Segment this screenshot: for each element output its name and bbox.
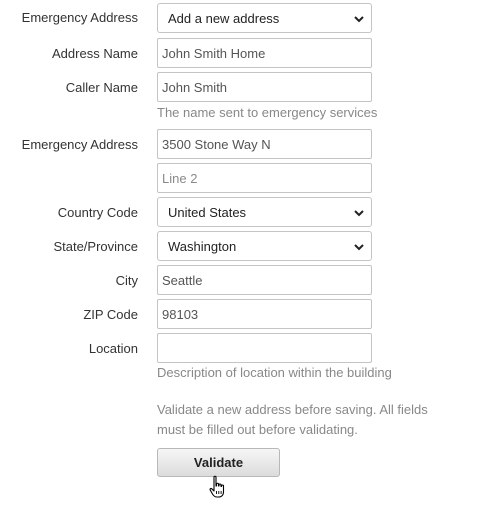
location-label: Location <box>88 341 138 356</box>
validate-help-line1: Validate a new address before saving. Al… <box>157 402 428 417</box>
address-name-label: Address Name <box>52 46 138 61</box>
caller-name-label: Caller Name <box>65 80 138 95</box>
emergency-address-select-value: Add a new address <box>168 11 280 26</box>
address-name-input[interactable] <box>157 38 372 68</box>
chevron-down-icon <box>354 210 364 217</box>
chevron-down-icon <box>354 16 364 23</box>
location-help: Description of location within the build… <box>157 365 392 380</box>
caller-name-input[interactable] <box>157 72 372 102</box>
state-province-value: Washington <box>168 239 237 254</box>
location-input[interactable] <box>157 333 372 363</box>
emergency-address-label: Emergency Address <box>21 137 138 152</box>
city-label: City <box>115 273 138 288</box>
emergency-address-select[interactable]: Add a new address <box>157 3 372 33</box>
chevron-down-icon <box>354 244 364 251</box>
country-code-value: United States <box>168 205 247 220</box>
hand-pointer-icon <box>209 475 225 498</box>
zip-code-label: ZIP Code <box>83 307 138 322</box>
city-input[interactable] <box>157 265 372 295</box>
state-province-select[interactable]: Washington <box>157 231 372 261</box>
address-line2-input[interactable] <box>157 163 372 193</box>
validate-help-line2: must be filled out before validating. <box>157 422 358 437</box>
caller-name-help: The name sent to emergency services <box>157 105 378 120</box>
zip-code-input[interactable] <box>157 299 372 329</box>
emergency-address-select-label: Emergency Address <box>21 10 138 25</box>
state-province-label: State/Province <box>53 239 138 254</box>
country-code-select[interactable]: United States <box>157 197 372 227</box>
country-code-label: Country Code <box>57 205 138 220</box>
validate-button[interactable]: Validate <box>157 448 280 477</box>
address-line1-input[interactable] <box>157 129 372 159</box>
